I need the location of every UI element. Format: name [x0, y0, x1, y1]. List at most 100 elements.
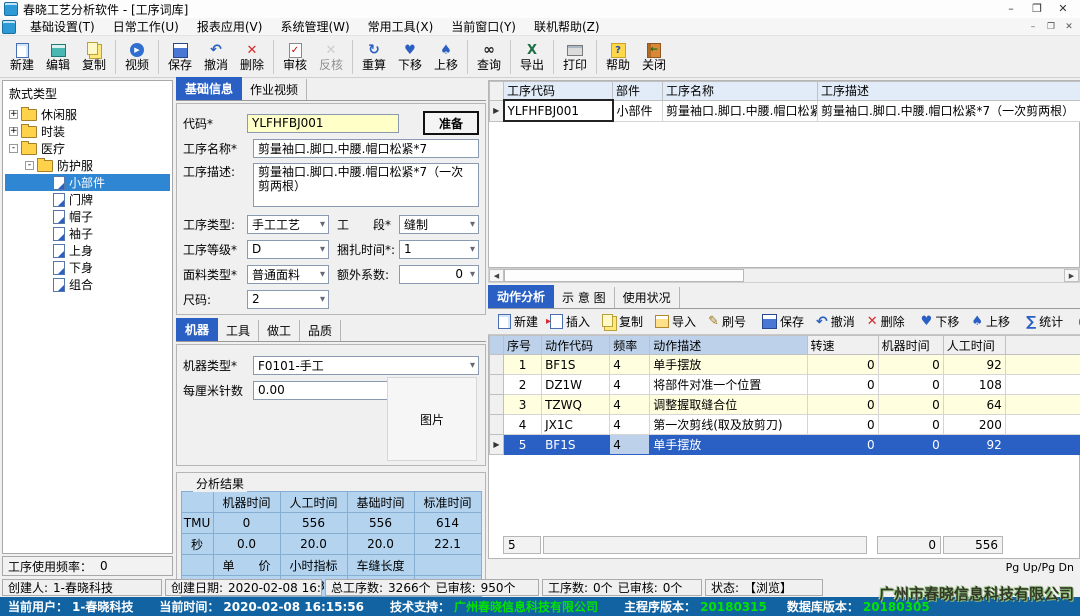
size-select[interactable]: 2 [247, 290, 329, 309]
tab-workmanship[interactable]: 做工 [259, 320, 300, 341]
expand-icon[interactable]: + [9, 127, 18, 136]
close-window-icon[interactable]: ✕ [1050, 1, 1076, 17]
motion-row[interactable]: 1 BF1S 4 单手摆放 0 0 92 [490, 355, 1080, 375]
tree-item-hat[interactable]: 帽子 [5, 208, 170, 225]
motion-delete-button[interactable]: 删除 [861, 311, 911, 333]
edit-button[interactable]: 编辑 [40, 37, 76, 77]
new-button[interactable]: 新建 [4, 37, 40, 77]
machine-type-label: 机器类型* [183, 357, 253, 374]
process-desc-textarea[interactable]: 剪量袖口.脚口.中腰.帽口松紧*7（一次剪两根） [253, 163, 479, 207]
paging-hint: Pg Up/Pg Dn [488, 559, 1080, 574]
motion-import-button[interactable]: 导入 [649, 311, 702, 333]
row-marker-icon: ▶ [490, 435, 504, 455]
motion-new-button[interactable]: 新建 [492, 311, 544, 333]
analysis-result-title: 分析结果 [193, 475, 247, 492]
motion-video-button[interactable] [1073, 311, 1080, 333]
tab-schematic[interactable]: 示 意 图 [554, 287, 615, 308]
stitch-per-cm-input[interactable]: 0.00 [253, 381, 401, 400]
expand-icon[interactable]: - [25, 161, 34, 170]
copy-button[interactable]: 复制 [76, 37, 112, 77]
menu-common-tools[interactable]: 常用工具(X) [359, 18, 443, 36]
machine-picture-box[interactable]: 图片 [387, 377, 477, 461]
process-name-input[interactable]: 剪量袖口.脚口.中腰.帽口松紧*7 [253, 139, 479, 158]
scroll-left-icon[interactable]: ◀ [489, 269, 504, 282]
process-type-select[interactable]: 手工工艺 [247, 215, 329, 234]
motion-row-selected[interactable]: ▶ 5 BF1S 4 单手摆放 0 0 92 [490, 435, 1080, 455]
menu-current-window[interactable]: 当前窗口(Y) [442, 18, 525, 36]
mdi-close-icon[interactable]: ✕ [1060, 19, 1078, 35]
expand-icon[interactable]: - [9, 144, 18, 153]
fabric-type-select[interactable]: 普通面料 [247, 265, 329, 284]
motion-move-down-button[interactable]: 下移 [915, 311, 966, 333]
company-watermark: 广州市春晓信息科技有限公司 [879, 583, 1074, 604]
menu-system-admin[interactable]: 系统管理(W) [271, 18, 358, 36]
motion-copy-button[interactable]: 复制 [596, 311, 649, 333]
tab-tools[interactable]: 工具 [218, 320, 259, 341]
tab-usage-status[interactable]: 使用状况 [615, 287, 680, 308]
ready-button[interactable]: 准备 [423, 111, 479, 135]
mdi-restore-icon[interactable]: ❐ [1042, 19, 1060, 35]
menu-bar: 基础设置(T) 日常工作(U) 报表应用(V) 系统管理(W) 常用工具(X) … [0, 18, 1080, 36]
print-button[interactable]: 打印 [557, 37, 593, 77]
main-program-version: 20180315 [700, 600, 767, 614]
tree-item-medical[interactable]: - 医疗 [5, 140, 170, 157]
tree-item-upper-body[interactable]: 上身 [5, 242, 170, 259]
motion-row[interactable]: 2 DZ1W 4 将部件对准一个位置 0 0 108 [490, 375, 1080, 395]
tab-basic-info[interactable]: 基础信息 [176, 77, 242, 100]
tree-item-fashion[interactable]: + 时装 [5, 123, 170, 140]
tree-item-small-parts[interactable]: 小部件 [5, 174, 170, 191]
tab-machine[interactable]: 机器 [176, 318, 218, 341]
bundle-time-select[interactable]: 1 [399, 240, 479, 259]
menu-reports[interactable]: 报表应用(V) [188, 18, 272, 36]
recalculate-button[interactable]: 重算 [356, 37, 392, 77]
tree-item-lower-body[interactable]: 下身 [5, 259, 170, 276]
export-button[interactable]: 导出 [514, 37, 550, 77]
tree-item-protective-suit[interactable]: - 防护服 [5, 157, 170, 174]
extra-factor-select[interactable]: 0 [399, 265, 479, 284]
scrollbar-thumb[interactable] [504, 269, 744, 282]
stage-select[interactable]: 缝制 [399, 215, 479, 234]
search-button[interactable]: 查询 [471, 37, 507, 77]
undo-button[interactable]: 撤消 [198, 37, 234, 77]
help-button[interactable]: 帮助 [600, 37, 636, 77]
tree-item-placket[interactable]: 门牌 [5, 191, 170, 208]
motion-row[interactable]: 4 JX1C 4 第一次剪线(取及放剪刀) 0 0 200 [490, 415, 1080, 435]
search-icon [483, 42, 495, 58]
mdi-minimize-icon[interactable]: – [1024, 19, 1042, 35]
minimize-icon[interactable]: – [998, 1, 1024, 17]
save-button[interactable]: 保存 [162, 37, 198, 77]
delete-button[interactable]: 删除 [234, 37, 270, 77]
process-desc-label: 工序描述: [183, 163, 253, 180]
process-table-row[interactable]: ▶ YLFHFBJ001 小部件 剪量袖口.脚口.中腰.帽口松紧*7 剪量袖口.… [490, 100, 1080, 121]
motion-insert-button[interactable]: 插入 [544, 311, 596, 333]
restore-icon[interactable]: ❐ [1024, 1, 1050, 17]
menu-daily-work[interactable]: 日常工作(U) [104, 18, 188, 36]
expand-icon[interactable]: + [9, 110, 18, 119]
audit-button[interactable]: 审核 [277, 37, 313, 77]
motion-move-up-button[interactable]: 上移 [965, 311, 1016, 333]
video-button[interactable]: 视频 [119, 37, 155, 77]
move-down-button[interactable]: 下移 [392, 37, 428, 77]
motion-statistics-button[interactable]: 统计 [1020, 311, 1069, 333]
motion-save-button[interactable]: 保存 [756, 311, 810, 333]
tree-item-sleeve[interactable]: 袖子 [5, 225, 170, 242]
machine-type-select[interactable]: F0101-手工 [253, 356, 479, 375]
close-button[interactable]: 关闭 [636, 37, 672, 77]
motion-renumber-button[interactable]: 刷号 [702, 311, 752, 333]
statistics-icon [1026, 314, 1036, 330]
menu-basic-settings[interactable]: 基础设置(T) [21, 18, 104, 36]
tab-work-video[interactable]: 作业视频 [242, 79, 307, 100]
menu-online-help[interactable]: 联机帮助(Z) [525, 18, 609, 36]
component-icon [53, 193, 65, 207]
motion-row[interactable]: 3 TZWQ 4 调整握取缝合位 0 0 64 [490, 395, 1080, 415]
tab-quality[interactable]: 品质 [300, 320, 341, 341]
tree-item-combination[interactable]: 组合 [5, 276, 170, 293]
scroll-right-icon[interactable]: ▶ [1064, 269, 1079, 282]
grade-select[interactable]: D [247, 240, 329, 259]
move-up-button[interactable]: 上移 [428, 37, 464, 77]
tab-motion-analysis[interactable]: 动作分析 [488, 285, 554, 308]
process-table-hscrollbar[interactable]: ◀ ▶ [488, 268, 1080, 283]
motion-undo-button[interactable]: 撤消 [810, 311, 861, 333]
code-input[interactable]: YLFHFBJ001 [247, 114, 399, 133]
tree-item-casualwear[interactable]: + 休闲服 [5, 106, 170, 123]
